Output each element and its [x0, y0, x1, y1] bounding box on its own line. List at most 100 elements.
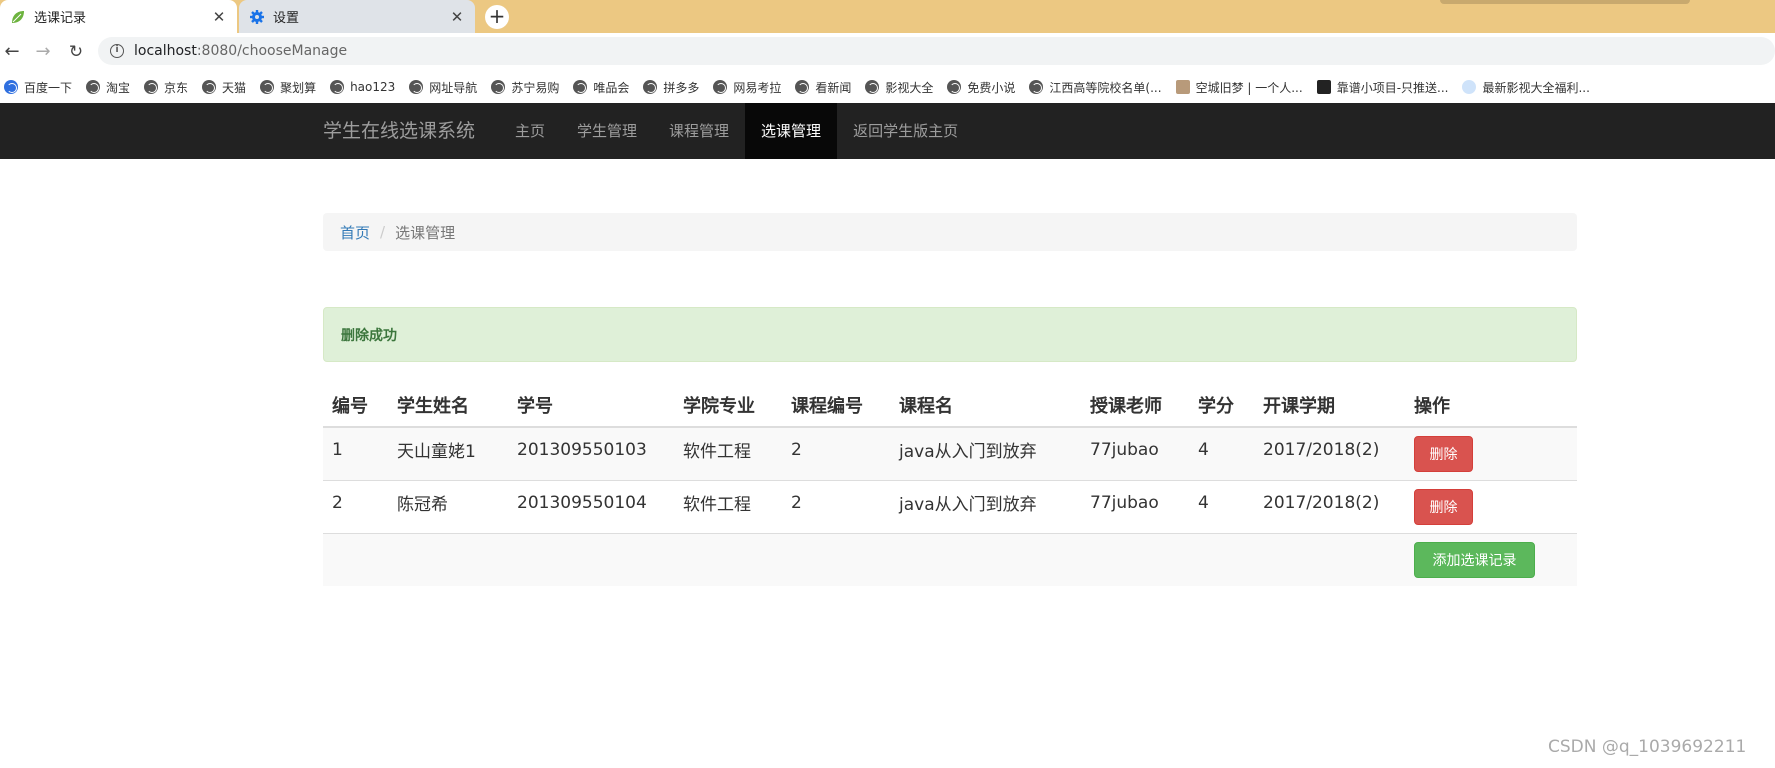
cell-action: 添加选课记录 — [1405, 532, 1577, 586]
window-edge — [1440, 0, 1690, 4]
cell-action: 删除 — [1405, 426, 1577, 480]
bookmark-item[interactable]: 影视大全 — [865, 79, 933, 96]
breadcrumb-home[interactable]: 首页 — [340, 222, 370, 243]
globe-icon — [865, 80, 880, 94]
nav-student-home[interactable]: 返回学生版主页 — [837, 103, 974, 159]
bookmark-item[interactable]: 看新闻 — [795, 79, 851, 96]
bookmark-label: 空城旧梦 | 一个人... — [1195, 80, 1303, 95]
nav-choose-manage[interactable]: 选课管理 — [745, 103, 838, 159]
bookmark-label: 网易考拉 — [733, 80, 782, 95]
bookmark-item[interactable]: 免费小说 — [947, 79, 1015, 96]
close-icon[interactable]: ✕ — [449, 9, 465, 25]
bookmark-label: 江西高等院校名单(... — [1049, 80, 1162, 95]
bookmark-label: 影视大全 — [885, 80, 934, 95]
cell-course-no: 2 — [782, 479, 890, 533]
globe-icon — [409, 80, 424, 94]
globe-icon — [713, 80, 728, 94]
nav-course-manage[interactable]: 课程管理 — [653, 103, 745, 159]
bookmark-label: 淘宝 — [106, 80, 131, 95]
bookmark-item[interactable]: 网易考拉 — [713, 79, 781, 96]
bookmark-label: 京东 — [164, 80, 189, 95]
delete-button[interactable]: 删除 — [1414, 488, 1473, 525]
column-header: 课程名 — [890, 383, 1081, 428]
cell-teacher: 77jubao — [1081, 426, 1189, 480]
site-brand[interactable]: 学生在线选课系统 — [323, 103, 475, 159]
bookmark-label: 拼多多 — [663, 80, 700, 95]
footer-spacer — [323, 532, 1405, 586]
bookmark-item[interactable]: 淘宝 — [86, 79, 130, 96]
address-bar[interactable]: i localhost:8080/chooseManage — [98, 37, 1775, 65]
tab-title: 设置 — [273, 11, 300, 26]
reload-icon[interactable]: ↻ — [66, 42, 86, 62]
tab-title: 选课记录 — [34, 11, 87, 26]
baidu-paw-icon — [4, 80, 18, 94]
nav-home[interactable]: 主页 — [499, 103, 561, 159]
breadcrumb: 首页 / 选课管理 — [323, 213, 1577, 251]
bookmark-item[interactable]: 最新影视大全福利... — [1462, 79, 1590, 96]
close-icon[interactable]: ✕ — [211, 9, 227, 25]
column-header: 学号 — [508, 383, 674, 428]
column-header: 编号 — [323, 383, 388, 428]
bookmark-label: 聚划算 — [280, 80, 317, 95]
cell-course-no: 2 — [782, 426, 890, 480]
bookmark-label: 免费小说 — [967, 80, 1016, 95]
cell-credit: 4 — [1189, 479, 1254, 533]
globe-icon — [1029, 80, 1044, 94]
delete-button[interactable]: 删除 — [1414, 435, 1473, 472]
new-tab-button[interactable]: + — [485, 5, 509, 29]
back-arrow-icon[interactable]: ← — [2, 42, 22, 62]
cell-course-name: java从入门到放弃 — [890, 426, 1081, 480]
tab-settings[interactable]: 设置 ✕ — [239, 0, 475, 33]
column-header: 开课学期 — [1254, 383, 1405, 428]
add-record-button[interactable]: 添加选课记录 — [1414, 541, 1535, 578]
globe-icon — [260, 80, 275, 94]
bookmark-item[interactable]: 天猫 — [202, 79, 246, 96]
column-header: 学院专业 — [674, 383, 782, 428]
info-icon[interactable]: i — [110, 44, 124, 58]
cell-student-no: 201309550103 — [508, 426, 674, 480]
gear-icon — [249, 9, 265, 25]
table-header-row: 编号 学生姓名 学号 学院专业 课程编号 课程名 授课老师 学分 开课学期 操作 — [323, 383, 1577, 428]
globe-icon — [573, 80, 588, 94]
nav-links: 主页 学生管理 课程管理 选课管理 返回学生版主页 — [499, 103, 974, 159]
cell-credit: 4 — [1189, 426, 1254, 480]
bookmark-label: 百度一下 — [24, 80, 73, 95]
bookmark-label: 最新影视大全福利... — [1482, 80, 1590, 95]
breadcrumb-separator: / — [380, 223, 386, 241]
cell-id: 2 — [323, 479, 388, 533]
bookmark-item[interactable]: 江西高等院校名单(... — [1029, 79, 1162, 96]
column-header: 授课老师 — [1081, 383, 1189, 428]
tab-strip: 选课记录 ✕ 设置 ✕ + — [0, 0, 1775, 33]
globe-icon — [947, 80, 962, 94]
globe-icon — [144, 80, 159, 94]
url-host: localhost — [134, 43, 197, 59]
bookmark-item[interactable]: 靠谱小项目-只推送... — [1316, 79, 1448, 96]
browser-toolbar: ← → ↻ i localhost:8080/chooseManage — [0, 33, 1775, 71]
cell-name: 天山童姥1 — [388, 426, 508, 480]
bookmark-item[interactable]: 聚划算 — [260, 79, 316, 96]
cell-student-no: 201309550104 — [508, 479, 674, 533]
bookmark-label: hao123 — [350, 80, 396, 94]
cell-teacher: 77jubao — [1081, 479, 1189, 533]
globe-icon — [86, 80, 101, 94]
success-alert: 删除成功 — [323, 307, 1577, 362]
bookmark-item[interactable]: 拼多多 — [643, 79, 699, 96]
bookmark-item[interactable]: 唯品会 — [573, 79, 629, 96]
cell-course-name: java从入门到放弃 — [890, 479, 1081, 533]
choose-records-table: 编号 学生姓名 学号 学院专业 课程编号 课程名 授课老师 学分 开课学期 操作… — [323, 383, 1577, 586]
nav-student-manage[interactable]: 学生管理 — [561, 103, 653, 159]
forward-arrow-icon[interactable]: → — [33, 42, 53, 62]
bookmark-item[interactable]: 苏宁易购 — [491, 79, 559, 96]
breadcrumb-current: 选课管理 — [395, 223, 456, 242]
bookmark-item[interactable]: 网址导航 — [409, 79, 477, 96]
bookmark-item[interactable]: 京东 — [144, 79, 188, 96]
tab-choose-records[interactable]: 选课记录 ✕ — [0, 0, 237, 33]
bookmark-item[interactable]: 空城旧梦 | 一个人... — [1175, 79, 1303, 96]
cell-id: 1 — [323, 426, 388, 480]
bookmark-item[interactable]: 百度一下 — [4, 79, 72, 96]
leaf-icon — [10, 9, 26, 25]
column-header: 操作 — [1405, 383, 1577, 428]
bookmark-label: 看新闻 — [815, 80, 852, 95]
bookmark-item[interactable]: hao123 — [330, 80, 395, 94]
globe-icon — [202, 80, 217, 94]
